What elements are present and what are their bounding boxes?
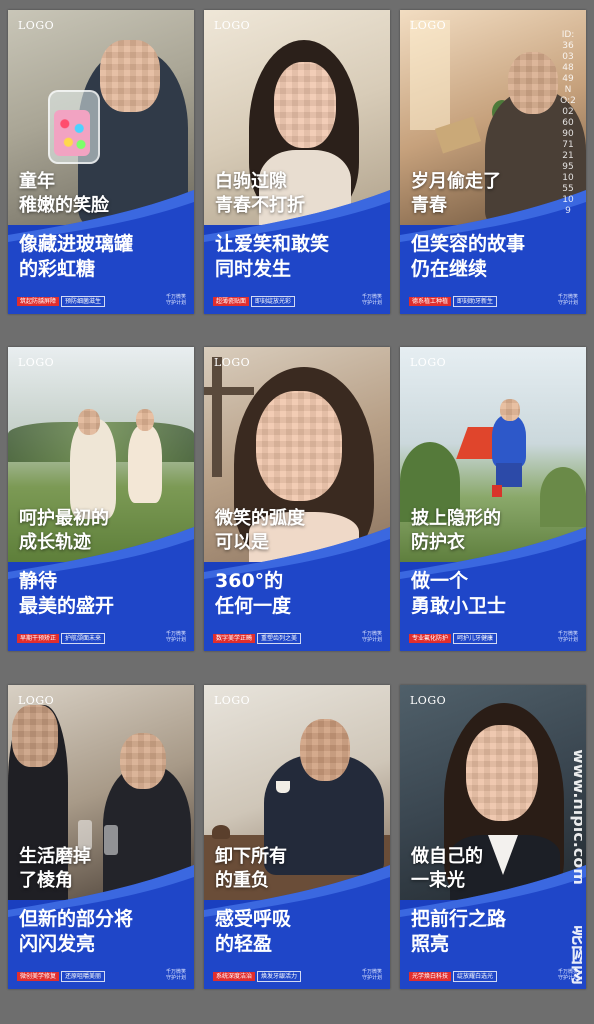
headline: 披上隐形的 防护衣 <box>411 508 501 553</box>
feature-tag-primary: 专业氟化防护 <box>409 634 452 643</box>
headline: 卸下所有 的重负 <box>215 846 287 891</box>
subheadline: 做一个 勇敢小卫士 <box>411 570 507 617</box>
poster-card-4[interactable]: LOGO 呵护最初的 成长轨迹 静待 最美的盛开 早期干预矫正 护航颌面未来 千万微笑… <box>8 347 194 651</box>
feature-tags: 德系植工种植 即刻助牙新生 <box>409 296 498 307</box>
feature-tag-primary: 筑起防龋屏障 <box>17 297 60 306</box>
brand-slogan: 千万微笑 守护计划 <box>361 294 382 306</box>
feature-tags: 专业氟化防护 呵护儿牙健康 <box>409 633 498 644</box>
watermark-brand-text: 昵图网 <box>569 925 582 985</box>
feature-tags: 光学焕白科技 绽放耀白选光 <box>409 971 498 982</box>
logo-text: LOGO <box>18 356 55 369</box>
subheadline: 但新的部分将 闪闪发亮 <box>19 908 134 955</box>
headline: 生活磨掉 了棱角 <box>19 846 91 891</box>
feature-tag-secondary: 预防细菌滋生 <box>61 296 106 307</box>
feature-tags: 早期干预矫正 护航颌面未来 <box>17 633 106 644</box>
subheadline: 像藏进玻璃罐 的彩虹糖 <box>19 233 134 280</box>
feature-tags: 微创美学修复 还原咀嚼美丽 <box>17 971 106 982</box>
feature-tag-primary: 系统深度洁治 <box>213 972 256 981</box>
headline: 呵护最初的 成长轨迹 <box>19 508 109 553</box>
feature-tag-secondary: 呵护儿牙健康 <box>453 633 498 644</box>
feature-tag-primary: 微创美学修复 <box>17 972 60 981</box>
subheadline: 360°的 任何一度 <box>215 570 292 617</box>
brand-slogan: 千万微笑 守护计划 <box>557 631 578 643</box>
brand-slogan: 千万微笑 守护计划 <box>165 969 186 981</box>
feature-tag-primary: 德系植工种植 <box>409 297 452 306</box>
logo-text: LOGO <box>214 19 251 32</box>
feature-tag-primary: 早期干预矫正 <box>17 634 60 643</box>
poster-card-2[interactable]: LOGO 白驹过隙 青春不打折 让爱笑和敢笑 同时发生 超薄瓷贴面 即刻绽放光彩 千万… <box>204 10 390 314</box>
brand-slogan: 千万微笑 守护计划 <box>361 969 382 981</box>
poster-grid: LOGO 童年 稚嫩的笑脸 像藏进玻璃罐 的彩虹糖 筑起防龋屏障 预防细菌滋生 千万微… <box>8 10 586 1014</box>
feature-tag-secondary: 即刻绽放光彩 <box>251 296 296 307</box>
logo-text: LOGO <box>18 19 55 32</box>
headline: 做自己的 一束光 <box>411 846 483 891</box>
poster-card-8[interactable]: LOGO 卸下所有 的重负 感受呼吸 的轻盈 系统深度洁治 焕发牙龈活力 千万微笑 守护… <box>204 685 390 989</box>
logo-text: LOGO <box>410 19 447 32</box>
watermark-site-text: www.nipic.com <box>570 749 582 885</box>
poster-card-6[interactable]: LOGO 披上隐形的 防护衣 做一个 勇敢小卫士 专业氟化防护 呵护儿牙健康 千万微笑… <box>400 347 586 651</box>
headline: 童年 稚嫩的笑脸 <box>19 171 109 216</box>
feature-tag-secondary: 护航颌面未来 <box>61 633 106 644</box>
feature-tag-secondary: 还原咀嚼美丽 <box>61 971 106 982</box>
feature-tag-primary: 光学焕白科技 <box>409 972 452 981</box>
feature-tag-secondary: 绽放耀白选光 <box>453 971 498 982</box>
feature-tag-primary: 超薄瓷贴面 <box>213 297 250 306</box>
feature-tag-secondary: 即刻助牙新生 <box>453 296 498 307</box>
logo-text: LOGO <box>214 694 251 707</box>
feature-tag-secondary: 焕发牙龈活力 <box>257 971 302 982</box>
subheadline: 但笑容的故事 仍在继续 <box>411 233 526 280</box>
brand-slogan: 千万微笑 守护计划 <box>557 294 578 306</box>
headline: 白驹过隙 青春不打折 <box>215 171 305 216</box>
logo-text: LOGO <box>410 356 447 369</box>
subheadline: 感受呼吸 的轻盈 <box>215 908 292 955</box>
feature-tags: 筑起防龋屏障 预防细菌滋生 <box>17 296 106 307</box>
brand-slogan: 千万微笑 守护计划 <box>165 631 186 643</box>
feature-tags: 数字美学正畸 重塑齿列之美 <box>213 633 302 644</box>
brand-slogan: 千万微笑 守护计划 <box>165 294 186 306</box>
feature-tags: 超薄瓷贴面 即刻绽放光彩 <box>213 296 296 307</box>
poster-card-3[interactable]: LOGO 岁月偷走了 青春 但笑容的故事 仍在继续 德系植工种植 即刻助牙新生 千万微… <box>400 10 586 314</box>
logo-text: LOGO <box>214 356 251 369</box>
headline: 岁月偷走了 青春 <box>411 171 501 216</box>
poster-card-5[interactable]: LOGO 微笑的弧度 可以是 360°的 任何一度 数字美学正畸 重塑齿列之美 千万微… <box>204 347 390 651</box>
poster-card-1[interactable]: LOGO 童年 稚嫩的笑脸 像藏进玻璃罐 的彩虹糖 筑起防龋屏障 预防细菌滋生 千万微… <box>8 10 194 314</box>
feature-tag-primary: 数字美学正畸 <box>213 634 256 643</box>
feature-tag-secondary: 重塑齿列之美 <box>257 633 302 644</box>
subheadline: 让爱笑和敢笑 同时发生 <box>215 233 330 280</box>
watermark-site: www.nipic.com 昵图网 <box>569 749 582 985</box>
headline: 微笑的弧度 可以是 <box>215 508 305 553</box>
brand-slogan: 千万微笑 守护计划 <box>361 631 382 643</box>
subheadline: 把前行之路 照亮 <box>411 908 507 955</box>
feature-tags: 系统深度洁治 焕发牙龈活力 <box>213 971 302 982</box>
watermark-id: ID:36034849 NO:20260907121951055109 <box>560 30 576 216</box>
logo-text: LOGO <box>410 694 447 707</box>
subheadline: 静待 最美的盛开 <box>19 570 115 617</box>
poster-card-7[interactable]: LOGO 生活磨掉 了棱角 但新的部分将 闪闪发亮 微创美学修复 还原咀嚼美丽 千万微… <box>8 685 194 989</box>
logo-text: LOGO <box>18 694 55 707</box>
